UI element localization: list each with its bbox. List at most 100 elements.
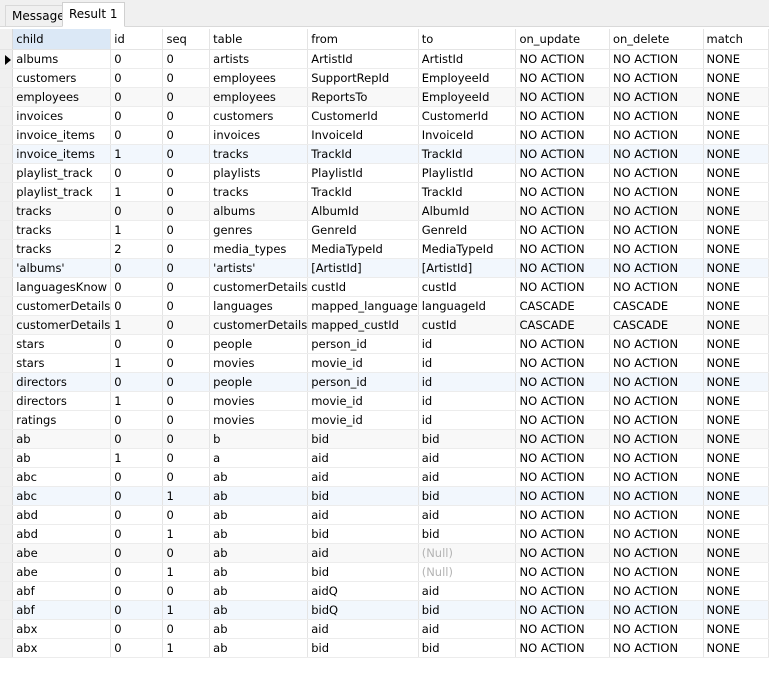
- row-selector[interactable]: [0, 353, 14, 373]
- table-row[interactable]: stars 1 0 movies movie_id id NO ACTION NO ACTIO…: [0, 353, 769, 373]
- cell-from[interactable]: GenreId: [307, 220, 419, 240]
- table-row[interactable]: albums 0 0 artists ArtistId ArtistId NO ACTION…: [0, 49, 769, 69]
- row-selector[interactable]: [0, 239, 14, 259]
- cell-id[interactable]: 1: [110, 353, 164, 373]
- cell-id[interactable]: 0: [110, 201, 164, 221]
- cell-from[interactable]: aid: [307, 505, 419, 525]
- table-row[interactable]: tracks 2 0 media_types MediaTypeId MediaTypeI…: [0, 239, 769, 259]
- cell-seq[interactable]: 0: [162, 315, 211, 335]
- cell-on-delete[interactable]: NO ACTION: [609, 258, 704, 278]
- column-header-seq[interactable]: seq: [162, 29, 211, 50]
- cell-table[interactable]: people: [209, 372, 309, 392]
- cell-table[interactable]: languages: [209, 296, 309, 316]
- cell-from[interactable]: bidQ: [307, 600, 419, 620]
- cell-to[interactable]: bid: [418, 524, 517, 544]
- cell-from[interactable]: ReportsTo: [307, 87, 419, 107]
- cell-on-delete[interactable]: NO ACTION: [609, 448, 704, 468]
- row-selector[interactable]: [0, 467, 14, 487]
- column-header-child[interactable]: child: [12, 29, 112, 50]
- row-selector[interactable]: [0, 562, 14, 582]
- table-row[interactable]: invoice_items 0 0 invoices InvoiceId InvoiceI…: [0, 125, 769, 145]
- column-header-match[interactable]: match: [703, 29, 769, 50]
- cell-child[interactable]: 'albums': [12, 258, 112, 278]
- cell-from[interactable]: bid: [307, 524, 419, 544]
- cell-on-update[interactable]: NO ACTION: [515, 87, 610, 107]
- table-row[interactable]: ab 1 0 a aid aid NO ACTION NO ACTION NONE: [0, 448, 769, 468]
- cell-on-update[interactable]: NO ACTION: [515, 600, 610, 620]
- table-row[interactable]: employees 0 0 employees ReportsTo EmployeeId N…: [0, 87, 769, 107]
- cell-on-delete[interactable]: NO ACTION: [609, 581, 704, 601]
- table-row[interactable]: languagesKnow 0 0 customerDetails custId cust…: [0, 277, 769, 297]
- cell-to[interactable]: AlbumId: [418, 201, 517, 221]
- row-selector[interactable]: [0, 182, 14, 202]
- cell-table[interactable]: movies: [209, 391, 309, 411]
- cell-table[interactable]: tracks: [209, 182, 309, 202]
- cell-id[interactable]: 0: [110, 505, 164, 525]
- cell-child[interactable]: abd: [12, 505, 112, 525]
- cell-id[interactable]: 0: [110, 486, 164, 506]
- cell-seq[interactable]: 1: [162, 562, 211, 582]
- cell-seq[interactable]: 0: [162, 410, 211, 430]
- row-selector[interactable]: [0, 429, 14, 449]
- cell-table[interactable]: customers: [209, 106, 309, 126]
- cell-from[interactable]: aid: [307, 448, 419, 468]
- row-selector[interactable]: [0, 638, 14, 658]
- cell-to[interactable]: id: [418, 410, 517, 430]
- cell-child[interactable]: customerDetails: [12, 296, 112, 316]
- cell-table[interactable]: albums: [209, 201, 309, 221]
- cell-on-update[interactable]: CASCADE: [515, 315, 610, 335]
- cell-from[interactable]: InvoiceId: [307, 125, 419, 145]
- cell-child[interactable]: abx: [12, 638, 112, 658]
- table-row[interactable]: abe 0 1 ab bid (Null) NO ACTION NO ACTION NONE: [0, 562, 769, 582]
- row-selector[interactable]: [0, 391, 14, 411]
- cell-match[interactable]: NONE: [703, 220, 769, 240]
- cell-child[interactable]: abx: [12, 619, 112, 639]
- cell-id[interactable]: 0: [110, 49, 164, 69]
- cell-match[interactable]: NONE: [703, 277, 769, 297]
- cell-id[interactable]: 2: [110, 239, 164, 259]
- cell-table[interactable]: ab: [209, 581, 309, 601]
- cell-on-update[interactable]: NO ACTION: [515, 68, 610, 88]
- cell-match[interactable]: NONE: [703, 429, 769, 449]
- cell-child[interactable]: directors: [12, 391, 112, 411]
- cell-table[interactable]: ab: [209, 562, 309, 582]
- cell-from[interactable]: movie_id: [307, 410, 419, 430]
- row-selector[interactable]: [0, 125, 14, 145]
- cell-from[interactable]: AlbumId: [307, 201, 419, 221]
- cell-on-update[interactable]: NO ACTION: [515, 372, 610, 392]
- cell-on-update[interactable]: CASCADE: [515, 296, 610, 316]
- cell-id[interactable]: 0: [110, 258, 164, 278]
- row-selector[interactable]: [0, 600, 14, 620]
- cell-seq[interactable]: 0: [162, 467, 211, 487]
- cell-match[interactable]: NONE: [703, 258, 769, 278]
- table-row[interactable]: ratings 0 0 movies movie_id id NO ACTION NO ACT…: [0, 410, 769, 430]
- column-header-from[interactable]: from: [307, 29, 419, 50]
- cell-seq[interactable]: 1: [162, 638, 211, 658]
- row-selector[interactable]: [0, 277, 14, 297]
- table-row[interactable]: customerDetails 1 0 customerDetails mapped_c…: [0, 315, 769, 335]
- cell-table[interactable]: ab: [209, 543, 309, 563]
- row-selector[interactable]: [0, 581, 14, 601]
- cell-from[interactable]: CustomerId: [307, 106, 419, 126]
- cell-on-delete[interactable]: NO ACTION: [609, 638, 704, 658]
- cell-child[interactable]: ab: [12, 429, 112, 449]
- cell-child[interactable]: invoices: [12, 106, 112, 126]
- row-selector[interactable]: [0, 68, 14, 88]
- cell-child[interactable]: abe: [12, 562, 112, 582]
- cell-table[interactable]: genres: [209, 220, 309, 240]
- cell-on-delete[interactable]: NO ACTION: [609, 543, 704, 563]
- row-selector[interactable]: [0, 505, 14, 525]
- table-row[interactable]: 'albums' 0 0'artists' [ArtistId] [ArtistId] N…: [0, 258, 769, 278]
- cell-from[interactable]: bid: [307, 638, 419, 658]
- cell-on-update[interactable]: NO ACTION: [515, 467, 610, 487]
- cell-to[interactable]: (Null): [418, 543, 517, 563]
- cell-child[interactable]: playlist_track: [12, 163, 112, 183]
- cell-seq[interactable]: 0: [162, 49, 211, 69]
- table-row[interactable]: ab 0 0 b bid bid NO ACTION NO ACTION NONE: [0, 429, 769, 449]
- cell-on-delete[interactable]: NO ACTION: [609, 201, 704, 221]
- cell-table[interactable]: ab: [209, 486, 309, 506]
- cell-child[interactable]: abf: [12, 581, 112, 601]
- cell-on-update[interactable]: NO ACTION: [515, 201, 610, 221]
- table-row[interactable]: abe 0 0 ab aid (Null) NO ACTION NO ACTION NONE: [0, 543, 769, 563]
- cell-match[interactable]: NONE: [703, 144, 769, 164]
